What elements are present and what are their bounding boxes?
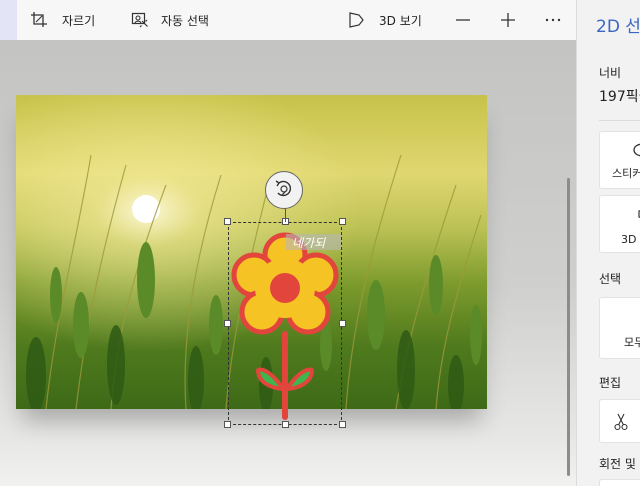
side-panel: 2D 선 너비 197픽셀 스티커 3D 선택 모두 편집 회전 및 bbox=[576, 0, 640, 486]
top-toolbar: 자르기 자동 선택 3D 보기 bbox=[0, 0, 576, 40]
resize-handle-left[interactable] bbox=[224, 320, 231, 327]
magic-select-button[interactable]: 자동 선택 bbox=[131, 0, 209, 40]
more-icon bbox=[545, 12, 561, 28]
plus-icon bbox=[500, 12, 516, 28]
resize-handle-bottom-left[interactable] bbox=[224, 421, 231, 428]
resize-handle-bottom[interactable] bbox=[282, 421, 289, 428]
resize-handle-top-left[interactable] bbox=[224, 218, 231, 225]
panel-title: 2D 선 bbox=[596, 17, 640, 37]
view-3d-icon bbox=[348, 11, 366, 29]
crop-label: 자르기 bbox=[62, 13, 96, 28]
view-3d-label: 3D 보기 bbox=[379, 13, 422, 28]
view-3d-button[interactable]: 3D 보기 bbox=[348, 0, 422, 40]
select-all-label: 모두 bbox=[624, 336, 640, 349]
resize-handle-top-right[interactable] bbox=[339, 218, 346, 225]
magic-select-icon bbox=[131, 11, 149, 29]
magic-select-label: 자동 선택 bbox=[161, 13, 209, 28]
rotate-flip-card[interactable] bbox=[599, 479, 640, 486]
rotate-handle[interactable] bbox=[265, 171, 303, 209]
sticker-icon bbox=[633, 143, 640, 160]
scissors-icon bbox=[614, 413, 628, 434]
width-value[interactable]: 197픽셀 bbox=[599, 86, 640, 106]
three-d-button-label: 3D bbox=[621, 233, 637, 246]
make-3d-button[interactable]: 3D bbox=[599, 195, 640, 253]
cut-button[interactable] bbox=[599, 399, 640, 443]
select-all-button[interactable]: 모두 bbox=[599, 297, 640, 359]
rotate-handle-stem bbox=[285, 208, 286, 222]
sticker-button-label: 스티커 bbox=[612, 167, 640, 180]
select-section-label: 선택 bbox=[599, 272, 622, 286]
crop-button[interactable]: 자르기 bbox=[30, 0, 95, 40]
zoom-in-button[interactable] bbox=[500, 0, 516, 40]
resize-handle-right[interactable] bbox=[339, 320, 346, 327]
toolbar-accent bbox=[0, 0, 17, 40]
minus-icon bbox=[455, 12, 471, 28]
panel-divider bbox=[599, 120, 640, 121]
rotate-icon bbox=[273, 178, 295, 203]
crop-icon bbox=[30, 11, 48, 29]
vertical-scrollbar[interactable] bbox=[567, 178, 570, 476]
selection-box[interactable] bbox=[228, 222, 342, 425]
rotate-section-label: 회전 및 bbox=[599, 457, 636, 471]
width-label: 너비 bbox=[599, 66, 622, 80]
resize-handle-bottom-right[interactable] bbox=[339, 421, 346, 428]
make-sticker-button[interactable]: 스티커 bbox=[599, 131, 640, 189]
zoom-out-button[interactable] bbox=[455, 0, 471, 40]
edit-section-label: 편집 bbox=[599, 376, 622, 390]
more-options-button[interactable] bbox=[545, 0, 561, 40]
